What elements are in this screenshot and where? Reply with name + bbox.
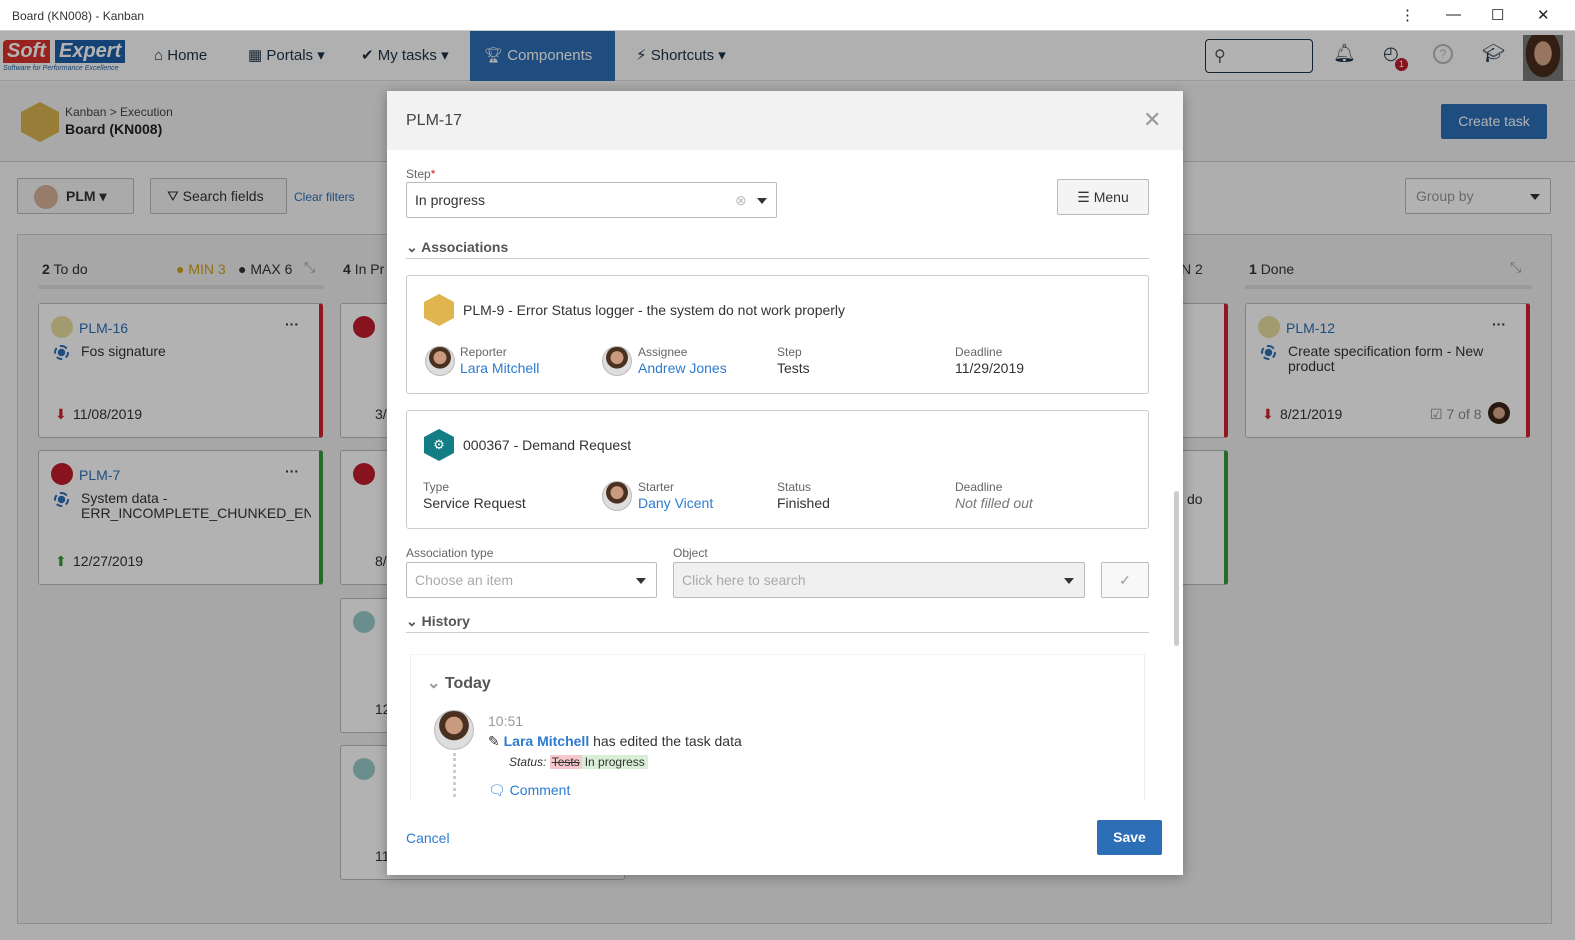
modal-title: PLM-17 (406, 112, 463, 129)
close-icon[interactable]: ✕ (1143, 107, 1161, 133)
reporter-avatar (425, 346, 455, 376)
history-action: has edited the task data (593, 733, 742, 749)
history-time: 10:51 (488, 713, 524, 729)
caret-down-icon (1064, 578, 1074, 584)
gears-icon: ⚙ (424, 429, 454, 461)
window-titlebar: Board (KN008) - Kanban ⋮ — ☐ ✕ (0, 0, 1575, 31)
confirm-association-button[interactable]: ✓ (1101, 562, 1149, 598)
chevron-down-icon: ⌄ (406, 613, 418, 629)
menu-label: Menu (1093, 189, 1129, 205)
step-label: Step (777, 345, 802, 359)
associations-section-toggle[interactable]: ⌄ Associations (406, 239, 508, 256)
type-label: Type (423, 480, 450, 494)
status-value: Finished (777, 495, 830, 511)
cancel-button[interactable]: Cancel (406, 830, 450, 846)
history-label: History (421, 613, 470, 629)
clear-icon[interactable]: ⊗ (735, 183, 747, 217)
task-modal: PLM-17 ✕ Step* In progress ⊗ ☰ Menu ⌄ As… (387, 91, 1183, 875)
starter-avatar (602, 481, 632, 511)
new-value: In progress (581, 755, 648, 769)
step-label-text: Step (406, 167, 431, 181)
maximize-button[interactable]: ☐ (1491, 6, 1504, 24)
reporter-label: Reporter (460, 345, 507, 359)
starter-link[interactable]: Dany Vicent (638, 495, 713, 511)
window-title: Board (KN008) - Kanban (12, 9, 145, 23)
kanban-task-icon (424, 294, 454, 326)
check-icon: ✓ (1119, 572, 1131, 588)
history-day: Today (444, 675, 491, 692)
caret-down-icon (636, 578, 646, 584)
close-window-button[interactable]: ✕ (1537, 6, 1550, 24)
association-type-label: Association type (406, 546, 494, 560)
status-label: Status (777, 480, 812, 494)
comment-icon: 🗨︎ (488, 782, 506, 798)
change-field: Status: (509, 755, 547, 769)
association-title[interactable]: 000367 - Demand Request (463, 437, 631, 453)
divider (406, 632, 1149, 633)
step-label: Step* (406, 167, 435, 181)
assignee-avatar (602, 346, 632, 376)
modal-scrollbar[interactable] (1174, 491, 1179, 646)
old-value: Tests (549, 755, 582, 769)
object-select[interactable]: Click here to search (673, 562, 1085, 598)
reporter-link[interactable]: Lara Mitchell (460, 360, 539, 376)
divider (406, 258, 1149, 259)
assignee-label: Assignee (638, 345, 688, 359)
menu-button[interactable]: ☰ Menu (1057, 179, 1149, 215)
step-value: Tests (777, 360, 810, 376)
object-label: Object (673, 546, 708, 560)
history-entry: ✎ Lara Mitchell has edited the task data (488, 733, 742, 750)
save-button[interactable]: Save (1097, 820, 1162, 855)
modal-header: PLM-17 ✕ (387, 91, 1183, 150)
object-placeholder: Click here to search (682, 572, 806, 588)
associations-label: Associations (421, 239, 509, 255)
deadline-label: Deadline (955, 345, 1003, 359)
timeline-line (453, 753, 456, 800)
type-value: Service Request (423, 495, 526, 511)
history-timeline: ⌄ Today 10:51 ✎ Lara Mitchell has edited… (410, 654, 1145, 800)
vertical-dots-icon[interactable]: ⋮ (1400, 6, 1415, 24)
history-change: Status: Tests In progress (509, 755, 648, 769)
edit-document-icon: ✎ (488, 733, 500, 749)
history-user-link[interactable]: Lara Mitchell (504, 733, 590, 749)
assignee-link[interactable]: Andrew Jones (638, 360, 727, 376)
chevron-down-icon: ⌄ (406, 239, 418, 255)
step-value: In progress (415, 192, 486, 208)
history-section-toggle[interactable]: ⌄ History (406, 613, 470, 630)
deadline-label: Deadline (955, 480, 1003, 494)
association-card[interactable]: PLM-9 - Error Status logger - the system… (406, 275, 1149, 394)
association-title[interactable]: PLM-9 - Error Status logger - the system… (463, 302, 845, 318)
association-type-placeholder: Choose an item (415, 572, 514, 588)
chevron-down-icon: ⌄ (427, 675, 441, 692)
caret-down-icon (757, 198, 767, 204)
history-user-avatar (434, 710, 474, 750)
association-card[interactable]: ⚙ 000367 - Demand Request Type Service R… (406, 410, 1149, 529)
hamburger-icon: ☰ (1077, 189, 1090, 205)
minimize-button[interactable]: — (1446, 6, 1461, 23)
association-type-select[interactable]: Choose an item (406, 562, 657, 598)
comment-label: Comment (509, 782, 571, 798)
starter-label: Starter (638, 480, 675, 494)
comment-link[interactable]: 🗨︎ Comment (488, 782, 570, 799)
deadline-value: 11/29/2019 (955, 360, 1025, 376)
deadline-value: Not filled out (955, 495, 1033, 511)
history-day-toggle[interactable]: ⌄ Today (427, 673, 491, 693)
step-select[interactable]: In progress ⊗ (406, 182, 777, 218)
required-mark: * (430, 167, 436, 181)
